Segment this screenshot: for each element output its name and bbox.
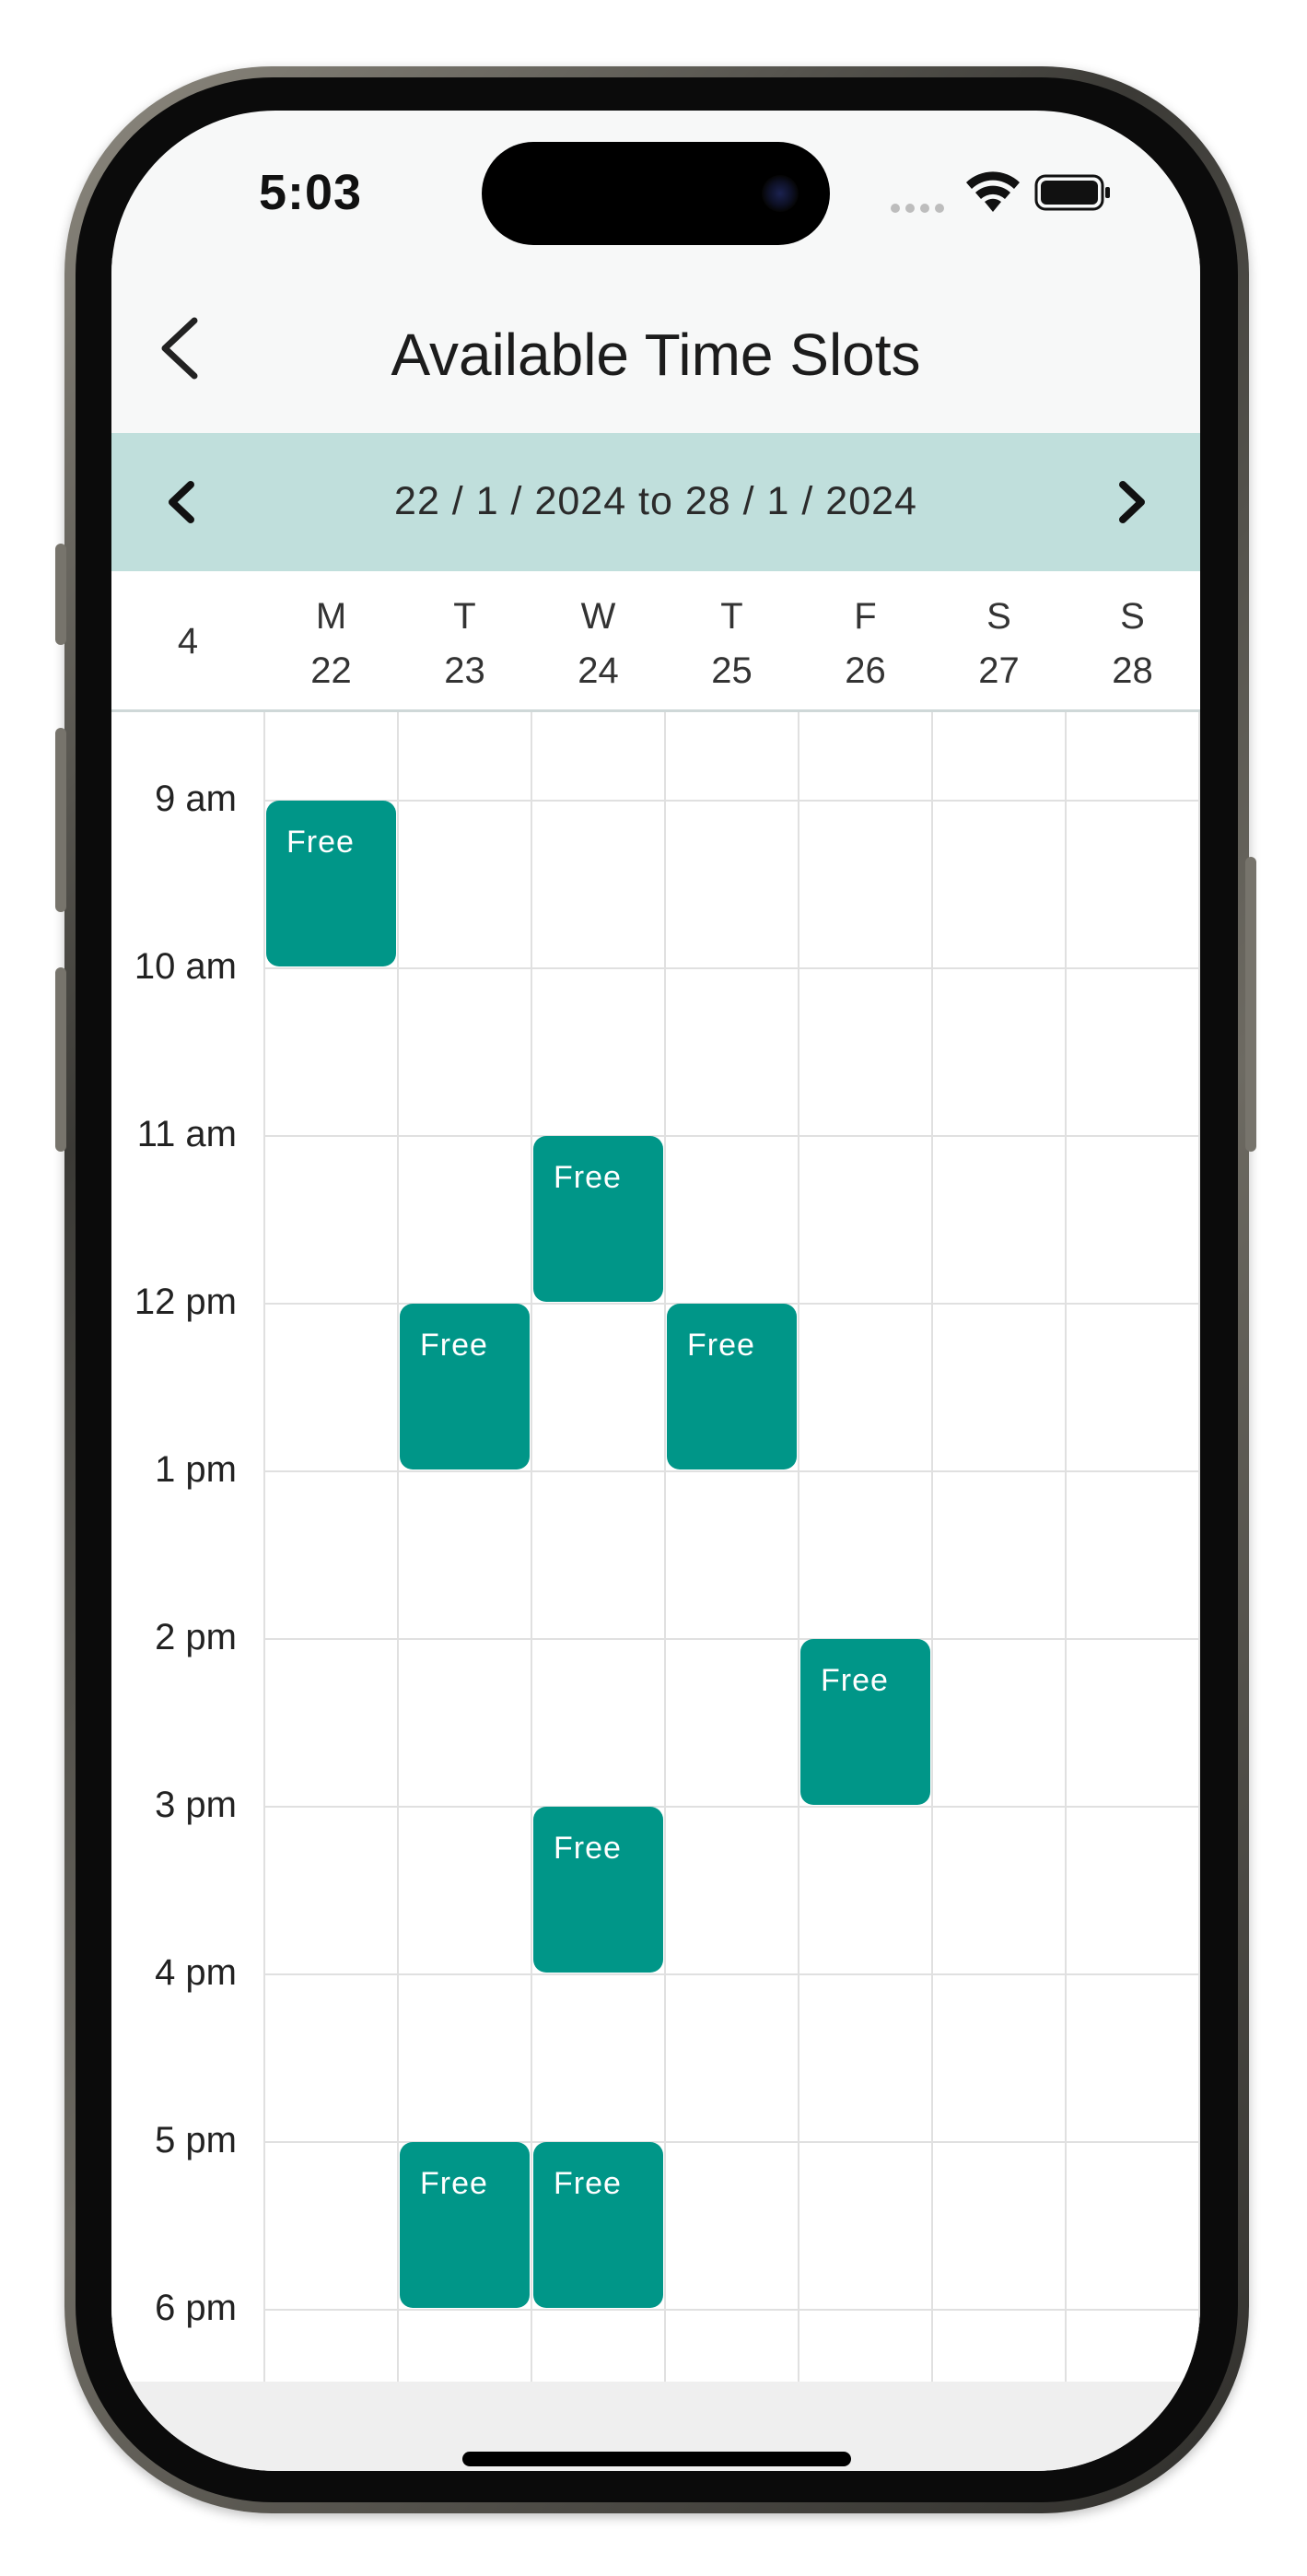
time-label: 6 pm: [155, 2288, 237, 2328]
free-slot[interactable]: Free: [800, 1639, 930, 1805]
free-slot[interactable]: Free: [667, 1304, 797, 1469]
day-date: 23: [444, 650, 485, 691]
week-range: 22 / 1 / 2024 to 28 / 1 / 2024: [394, 479, 917, 523]
grid-hour-line: [264, 2309, 1200, 2311]
free-slot-label: Free: [554, 1160, 622, 1195]
screen: 5:03 Available Time Slots 22 / 1 / 2024 …: [111, 111, 1200, 2471]
grid-column-line: [531, 712, 532, 2382]
time-label: 10 am: [134, 946, 237, 987]
week-number: 4: [177, 621, 199, 662]
free-slot[interactable]: Free: [400, 1304, 530, 1469]
day-header-5: F 26: [799, 590, 932, 698]
camera-icon: [762, 175, 799, 212]
grid-column-line: [798, 712, 799, 2382]
free-slot[interactable]: Free: [533, 1136, 663, 1302]
day-header-7: S 28: [1066, 590, 1199, 698]
grid-column-line: [664, 712, 666, 2382]
next-week-button[interactable]: [1097, 468, 1165, 536]
grid-hour-line: [264, 2141, 1200, 2143]
day-letter: S: [1120, 596, 1145, 637]
app-bar: Available Time Slots: [111, 258, 1200, 433]
day-date: 22: [310, 650, 352, 691]
grid-column-line: [1065, 712, 1067, 2382]
free-slot-label: Free: [821, 1663, 889, 1698]
week-calendar: 4 M 22 T 23 W 24 T 25 F 26 S 27 S 28 9 am 10 am 11 am 12…: [111, 571, 1200, 2382]
action-button: [55, 544, 66, 645]
power-button: [1245, 857, 1256, 1152]
time-label: 4 pm: [155, 1952, 237, 1993]
day-letter: T: [720, 596, 743, 637]
free-slot-label: Free: [420, 2166, 488, 2201]
grid-hour-line: [264, 1135, 1200, 1137]
free-slot-label: Free: [420, 1328, 488, 1363]
day-date: 24: [578, 650, 619, 691]
day-date: 26: [845, 650, 886, 691]
time-label: 2 pm: [155, 1617, 237, 1657]
day-header-row: 4 M 22 T 23 W 24 T 25 F 26 S 27 S 28: [111, 571, 1200, 712]
day-header-3: W 24: [531, 590, 665, 698]
status-time: 5:03: [259, 165, 363, 220]
free-slot[interactable]: Free: [533, 1807, 663, 1973]
grid-hour-line: [264, 1806, 1200, 1808]
grid-column-line: [397, 712, 399, 2382]
day-letter: W: [580, 596, 616, 637]
free-slot[interactable]: Free: [533, 2142, 663, 2308]
page-title: Available Time Slots: [391, 322, 921, 388]
time-grid: 9 am 10 am 11 am 12 pm 1 pm 2 pm 3 pm 4 pm 5 pm 6…: [111, 712, 1200, 2382]
dynamic-island: [482, 142, 830, 245]
grid-hour-line: [264, 800, 1200, 802]
free-slot-label: Free: [554, 1831, 622, 1866]
day-letter: M: [315, 596, 347, 637]
day-header-2: T 23: [398, 590, 531, 698]
time-label: 11 am: [136, 1114, 237, 1154]
time-label: 9 am: [155, 779, 237, 819]
day-header-1: M 22: [264, 590, 398, 698]
grid-hour-line: [264, 1638, 1200, 1640]
day-date: 28: [1112, 650, 1153, 691]
day-date: 27: [978, 650, 1020, 691]
free-slot[interactable]: Free: [266, 801, 396, 966]
grid-hour-line: [264, 967, 1200, 969]
grid-hour-line: [264, 1470, 1200, 1472]
free-slot[interactable]: Free: [400, 2142, 530, 2308]
cellular-signal-icon: [891, 201, 950, 213]
day-letter: F: [854, 596, 877, 637]
time-label: 1 pm: [155, 1449, 237, 1490]
time-label: 3 pm: [155, 1785, 237, 1825]
week-navigator: 22 / 1 / 2024 to 28 / 1 / 2024: [111, 433, 1200, 571]
day-letter: S: [986, 596, 1011, 637]
volume-up-button: [55, 728, 66, 912]
day-date: 25: [711, 650, 753, 691]
day-letter: T: [453, 596, 476, 637]
battery-icon: [1034, 174, 1110, 211]
wifi-icon: [966, 171, 1020, 212]
grid-column-line: [931, 712, 933, 2382]
time-label: 5 pm: [155, 2120, 237, 2160]
day-header-6: S 27: [932, 590, 1066, 698]
grid-column-line: [1198, 712, 1200, 2382]
volume-down-button: [55, 967, 66, 1152]
free-slot-label: Free: [286, 825, 355, 860]
home-indicator[interactable]: [462, 2452, 851, 2466]
free-slot-label: Free: [687, 1328, 755, 1363]
time-label: 12 pm: [134, 1282, 237, 1322]
free-slot-label: Free: [554, 2166, 622, 2201]
day-header-4: T 25: [665, 590, 799, 698]
grid-hour-line: [264, 1973, 1200, 1975]
grid-column-line: [263, 712, 265, 2382]
